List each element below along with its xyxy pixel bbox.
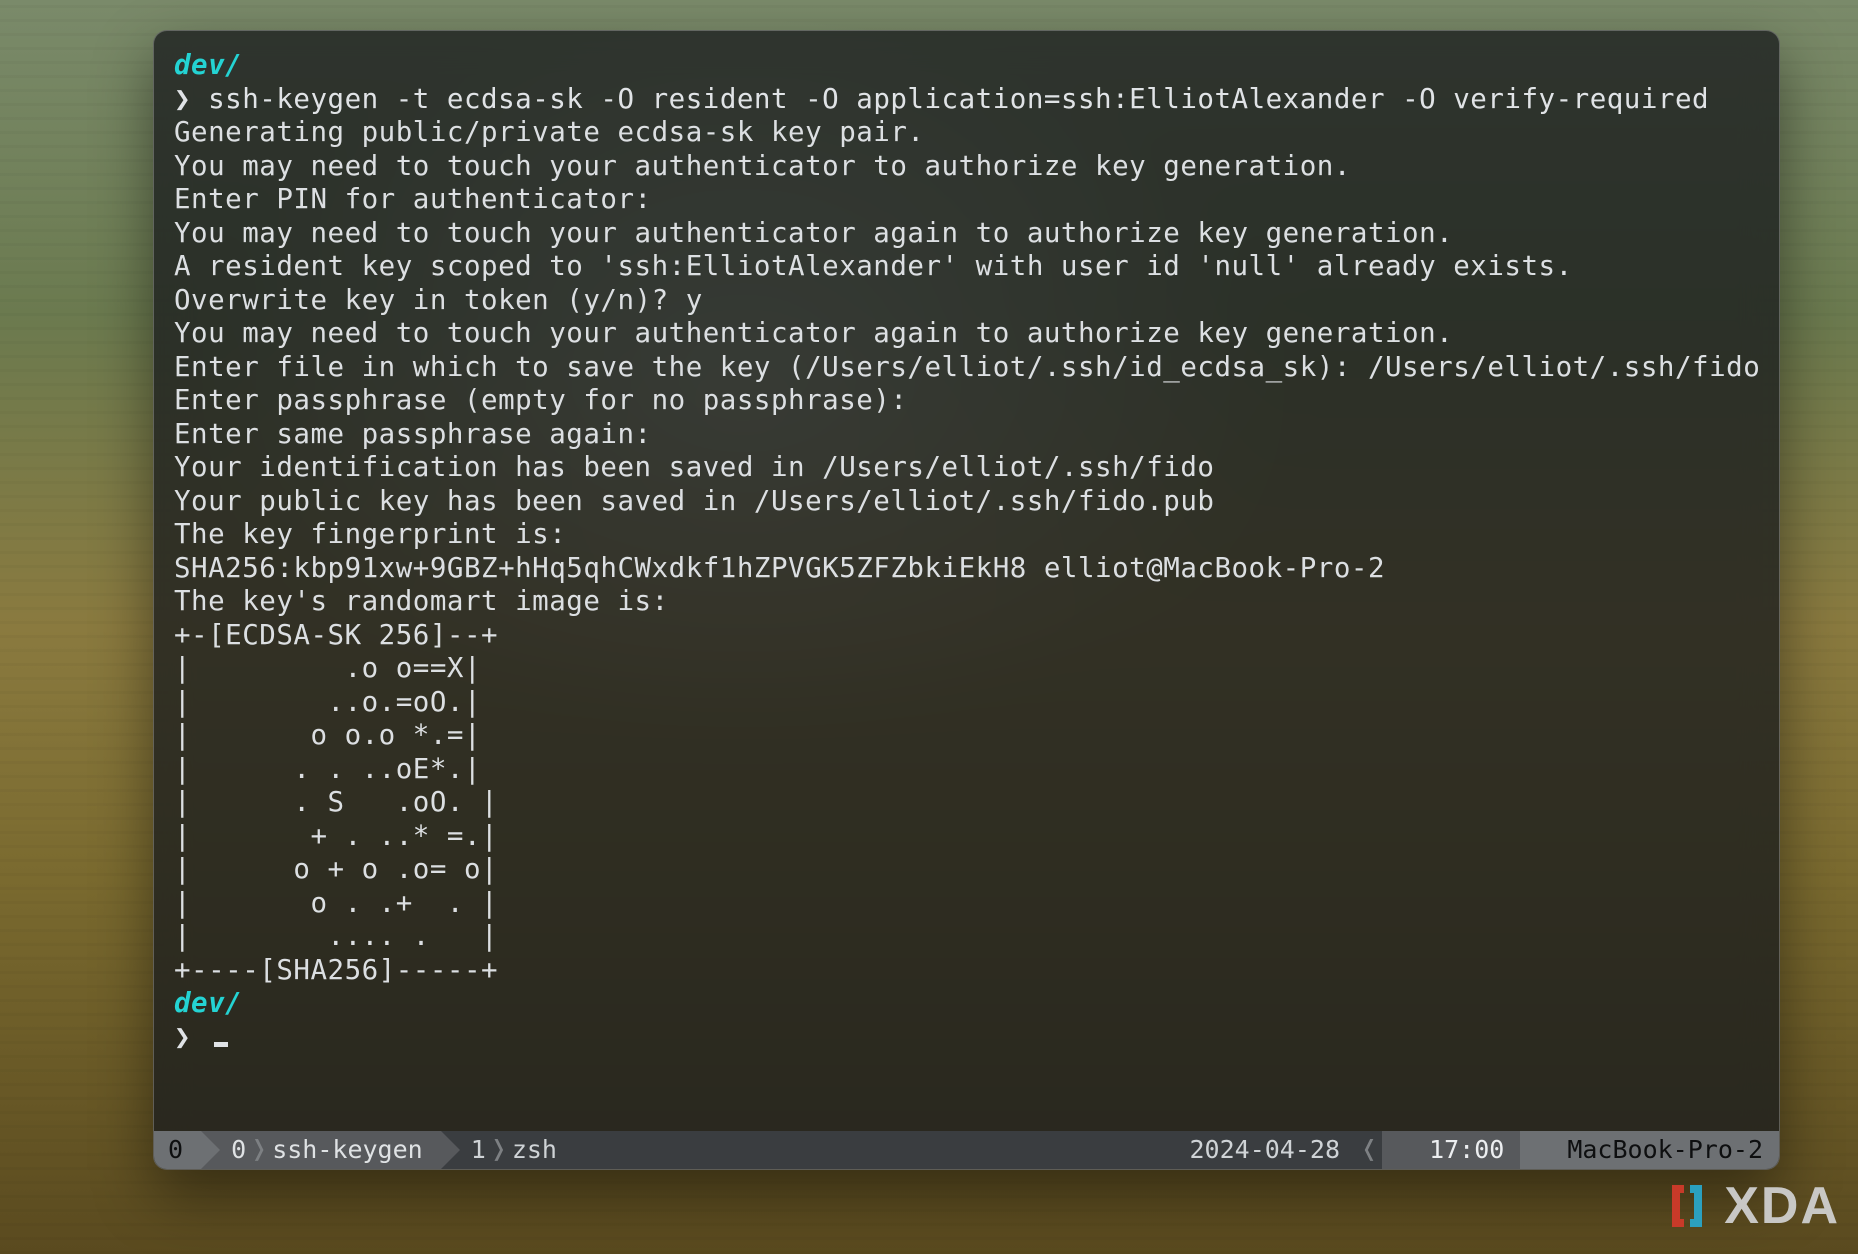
randomart-line: | ..o.=oO.| [174, 686, 481, 718]
status-time-text: 17:00 [1429, 1131, 1504, 1169]
brand-bracket-icon [1660, 1179, 1714, 1233]
terminal-output[interactable]: dev/ ❯ ssh-keygen -t ecdsa-sk -O residen… [154, 31, 1779, 1131]
status-window-index: 0 [231, 1131, 246, 1169]
output-line: Enter PIN for authenticator: [174, 183, 652, 215]
status-session[interactable]: 0 [154, 1131, 201, 1169]
cwd-label: dev/ [174, 49, 242, 81]
watermark-logo: XDA [1660, 1176, 1840, 1236]
randomart-line: | . . ..oE*.| [174, 753, 481, 785]
output-line: You may need to touch your authenticator… [174, 317, 1453, 349]
prompt-symbol: ❯ [174, 83, 191, 115]
status-bar: 0 0 ❭ ssh-keygen 1 ❭ zsh 2024-04-28 ❬ [154, 1131, 1779, 1169]
randomart-line: | + . ..* =.| [174, 820, 498, 852]
output-line: Your identification has been saved in /U… [174, 451, 1214, 483]
randomart-line: +-[ECDSA-SK 256]--+ [174, 619, 498, 651]
output-line: The key's randomart image is: [174, 585, 669, 617]
output-line: The key fingerprint is: [174, 518, 566, 550]
output-line: Enter same passphrase again: [174, 418, 652, 450]
status-pane[interactable]: 1 ❭ zsh [441, 1131, 575, 1169]
prompt-symbol: ❯ [174, 1021, 191, 1053]
status-window-name: ssh-keygen [272, 1131, 423, 1169]
randomart-line: | o o.o *.=| [174, 719, 481, 751]
output-line: You may need to touch your authenticator… [174, 217, 1453, 249]
randomart-line: | .... . | [174, 920, 498, 952]
randomart-line: +----[SHA256]-----+ [174, 954, 498, 986]
output-line: Overwrite key in token (y/n)? y [174, 284, 703, 316]
chevron-right-icon: ❭ [486, 1131, 512, 1169]
status-date-text: 2024-04-28 [1189, 1131, 1340, 1169]
randomart-line: | . S .oO. | [174, 786, 498, 818]
watermark-brand-text: XDA [1724, 1176, 1840, 1236]
randomart-line: | o . .+ . | [174, 887, 498, 919]
chevron-left-icon: ❬ [1356, 1131, 1382, 1169]
status-host-text: MacBook-Pro-2 [1567, 1131, 1763, 1169]
status-time: 17:00 [1382, 1131, 1520, 1169]
output-line: You may need to touch your authenticator… [174, 150, 1351, 182]
terminal-window[interactable]: dev/ ❯ ssh-keygen -t ecdsa-sk -O residen… [153, 30, 1780, 1170]
command-line: ssh-keygen -t ecdsa-sk -O resident -O ap… [208, 83, 1709, 115]
output-line: Enter passphrase (empty for no passphras… [174, 384, 907, 416]
cursor [214, 1042, 228, 1047]
cwd-label: dev/ [174, 987, 242, 1019]
output-line: Your public key has been saved in /Users… [174, 485, 1214, 517]
status-session-index: 0 [168, 1131, 183, 1169]
output-line: Generating public/private ecdsa-sk key p… [174, 116, 924, 148]
status-pane-index: 1 [471, 1131, 486, 1169]
randomart-line: | o + o .o= o| [174, 853, 498, 885]
chevron-right-icon [201, 1131, 220, 1169]
output-line: Enter file in which to save the key (/Us… [174, 351, 1760, 383]
output-line: SHA256:kbp91xw+9GBZ+hHq5qhCWxdkf1hZPVGK5… [174, 552, 1385, 584]
output-line: A resident key scoped to 'ssh:ElliotAlex… [174, 250, 1573, 282]
status-window[interactable]: 0 ❭ ssh-keygen [201, 1131, 441, 1169]
chevron-right-icon [441, 1131, 460, 1169]
randomart-line: | .o o==X| [174, 652, 481, 684]
status-host: MacBook-Pro-2 [1520, 1131, 1779, 1169]
status-pane-name: zsh [512, 1131, 557, 1169]
chevron-right-icon: ❭ [246, 1131, 272, 1169]
status-date: 2024-04-28 [1161, 1131, 1356, 1169]
